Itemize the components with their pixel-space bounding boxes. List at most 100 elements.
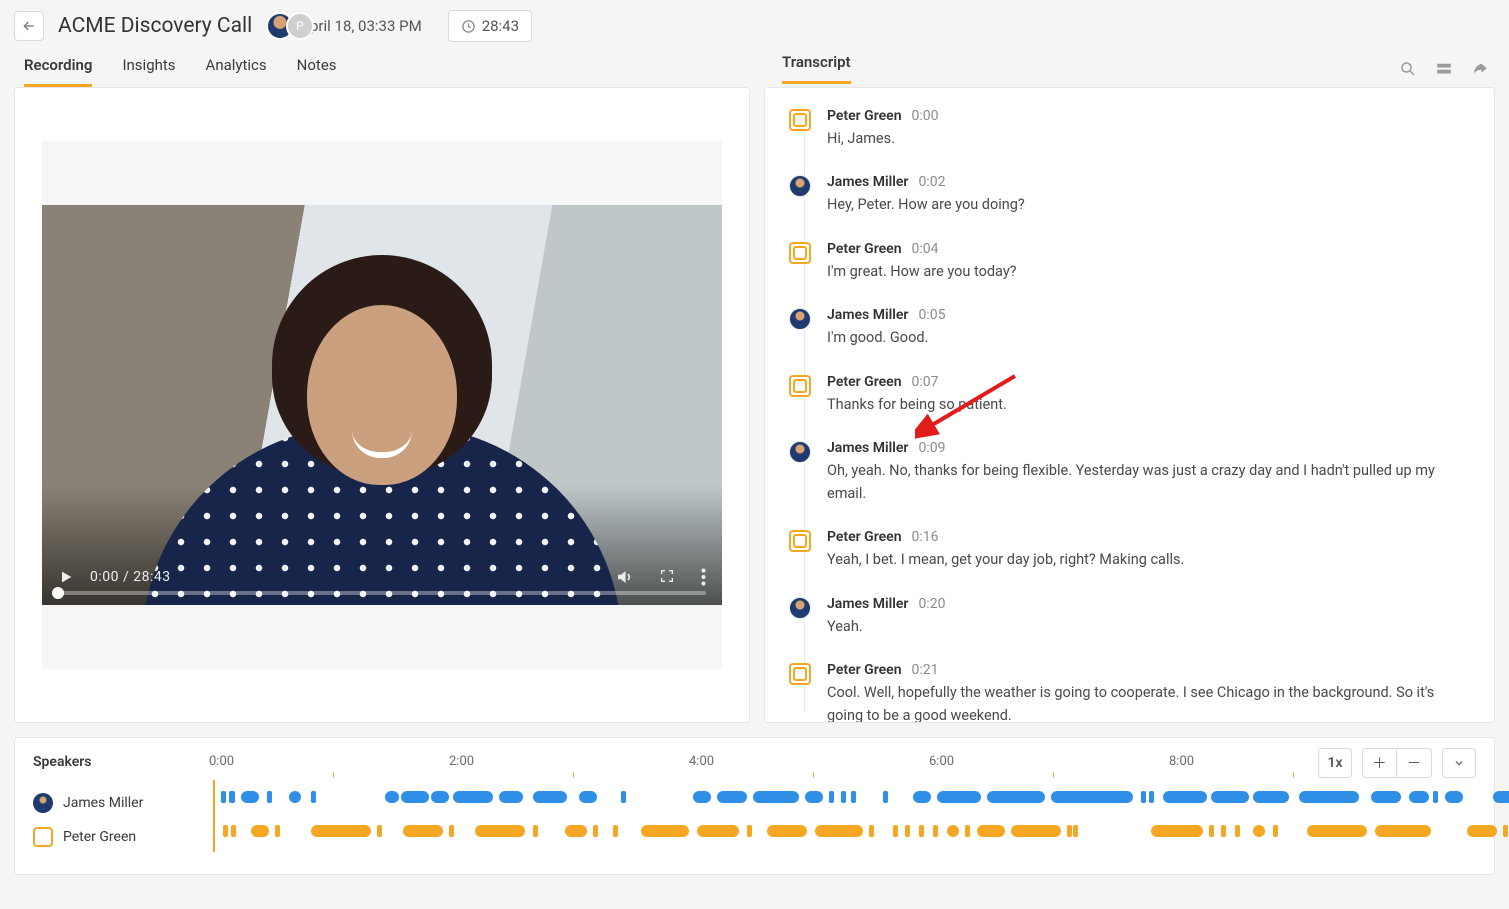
speech-segment[interactable] — [1253, 791, 1289, 803]
speech-segment[interactable] — [579, 791, 597, 803]
speech-segment[interactable] — [241, 791, 259, 803]
transcript-entry[interactable]: James Miller0:05I'm good. Good. — [789, 307, 1470, 349]
speech-segment[interactable] — [475, 825, 525, 837]
search-icon[interactable] — [1399, 60, 1417, 78]
speech-segment[interactable] — [453, 791, 493, 803]
speech-segment[interactable] — [533, 825, 538, 837]
transcript-entry[interactable]: James Miller0:09Oh, yeah. No, thanks for… — [789, 440, 1470, 505]
speech-segment[interactable] — [621, 791, 626, 803]
speech-segment[interactable] — [533, 791, 567, 803]
speech-segment[interactable] — [1149, 791, 1154, 803]
speech-segment[interactable] — [805, 791, 823, 803]
speech-segment[interactable] — [1375, 825, 1431, 837]
transcript-tab[interactable]: Transcript — [782, 53, 851, 84]
speech-segment[interactable] — [449, 825, 454, 837]
speech-segment[interactable] — [947, 825, 959, 837]
speech-segment[interactable] — [1141, 791, 1146, 803]
speech-segment[interactable] — [1051, 791, 1133, 803]
speech-segment[interactable] — [223, 825, 228, 837]
speech-segment[interactable] — [221, 791, 226, 803]
speech-segment[interactable] — [1235, 825, 1240, 837]
transcript-entry[interactable]: Peter Green0:00Hi, James. — [789, 108, 1470, 150]
speech-segment[interactable] — [693, 791, 711, 803]
tab-recording[interactable]: Recording — [24, 56, 92, 87]
speech-segment[interactable] — [1371, 791, 1401, 803]
speech-segment[interactable] — [1299, 791, 1359, 803]
speech-segment[interactable] — [829, 791, 834, 803]
speech-segment[interactable] — [717, 791, 747, 803]
speaker-row-peter[interactable]: Peter Green — [33, 822, 193, 852]
transcript-entry[interactable]: James Miller0:02Hey, Peter. How are you … — [789, 174, 1470, 216]
play-button[interactable] — [58, 569, 74, 585]
speech-segment[interactable] — [851, 791, 856, 803]
transcript-entry[interactable]: Peter Green0:21Cool. Well, hopefully the… — [789, 662, 1470, 723]
speech-segment[interactable] — [767, 825, 807, 837]
speech-segment[interactable] — [311, 791, 316, 803]
speech-segment[interactable] — [229, 791, 235, 803]
video-player[interactable]: 0:00 / 28:43 — [42, 205, 722, 605]
speech-segment[interactable] — [753, 791, 799, 803]
tab-analytics[interactable]: Analytics — [206, 56, 267, 87]
speech-segment[interactable] — [565, 825, 587, 837]
speech-segment[interactable] — [1221, 825, 1226, 837]
speech-segment[interactable] — [593, 825, 598, 837]
avatar-initial[interactable]: P — [286, 12, 314, 40]
speech-segment[interactable] — [1503, 825, 1508, 837]
speech-segment[interactable] — [987, 791, 1045, 803]
share-icon[interactable] — [1471, 60, 1489, 78]
tab-insights[interactable]: Insights — [122, 56, 175, 87]
speech-segment[interactable] — [231, 825, 236, 837]
layout-icon[interactable] — [1435, 60, 1453, 78]
speech-segment[interactable] — [1067, 825, 1072, 837]
volume-icon[interactable] — [615, 568, 633, 586]
speech-segment[interactable] — [977, 825, 1005, 837]
speech-segment[interactable] — [905, 825, 910, 837]
speech-segment[interactable] — [401, 791, 429, 803]
speech-segment[interactable] — [1211, 791, 1249, 803]
speech-segment[interactable] — [641, 825, 689, 837]
transcript-entry[interactable]: Peter Green0:16Yeah, I bet. I mean, get … — [789, 529, 1470, 571]
speech-segment[interactable] — [499, 791, 523, 803]
speech-segment[interactable] — [913, 791, 931, 803]
speech-segment[interactable] — [377, 825, 382, 837]
speech-segment[interactable] — [289, 791, 301, 803]
speech-segment[interactable] — [431, 791, 449, 803]
speech-segment[interactable] — [403, 825, 443, 837]
speech-segment[interactable] — [1151, 825, 1203, 837]
speech-segment[interactable] — [937, 791, 981, 803]
speech-segment[interactable] — [1307, 825, 1367, 837]
speech-segment[interactable] — [1163, 791, 1207, 803]
speech-segment[interactable] — [275, 825, 280, 837]
speech-segment[interactable] — [697, 825, 739, 837]
speech-segment[interactable] — [1445, 791, 1463, 803]
transcript-entry[interactable]: Peter Green0:07Thanks for being so patie… — [789, 374, 1470, 416]
speech-segment[interactable] — [1433, 791, 1438, 803]
speech-segment[interactable] — [251, 825, 269, 837]
speech-segment[interactable] — [965, 825, 970, 837]
speech-segment[interactable] — [1409, 791, 1429, 803]
speech-segment[interactable] — [1073, 825, 1078, 837]
speech-segment[interactable] — [613, 825, 618, 837]
speaker-row-james[interactable]: James Miller — [33, 788, 193, 818]
tab-notes[interactable]: Notes — [297, 56, 337, 87]
speech-segment[interactable] — [1209, 825, 1214, 837]
speech-segment[interactable] — [267, 791, 272, 803]
progress-bar[interactable] — [58, 591, 706, 595]
speech-segment[interactable] — [841, 791, 846, 803]
back-button[interactable] — [14, 11, 44, 41]
speaker-tracks[interactable] — [193, 782, 1476, 846]
speech-segment[interactable] — [933, 825, 938, 837]
speech-segment[interactable] — [1467, 825, 1497, 837]
more-icon[interactable] — [701, 568, 706, 586]
speech-segment[interactable] — [1011, 825, 1061, 837]
speech-segment[interactable] — [883, 791, 888, 803]
speech-segment[interactable] — [1253, 825, 1265, 837]
speech-segment[interactable] — [311, 825, 371, 837]
speech-segment[interactable] — [385, 791, 399, 803]
transcript-entry[interactable]: Peter Green0:04I'm great. How are you to… — [789, 241, 1470, 283]
speech-segment[interactable] — [815, 825, 863, 837]
speech-segment[interactable] — [747, 825, 752, 837]
fullscreen-icon[interactable] — [659, 568, 675, 586]
speech-segment[interactable] — [1273, 825, 1278, 837]
speech-segment[interactable] — [1493, 791, 1509, 803]
